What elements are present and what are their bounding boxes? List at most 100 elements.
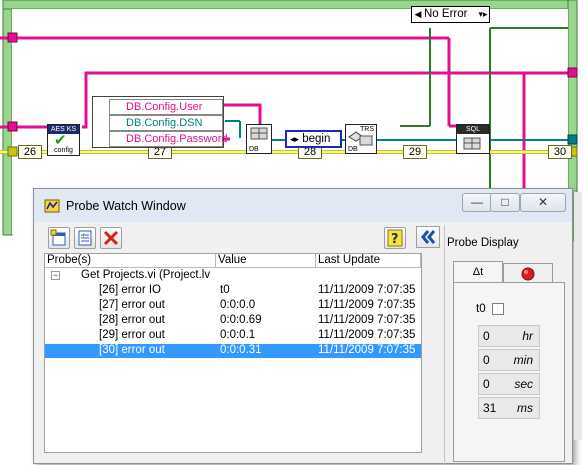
maximize-icon: □ xyxy=(501,195,509,209)
maximize-button[interactable]: □ xyxy=(490,193,520,212)
enum-arrows-icon: ◂▸ xyxy=(290,134,300,144)
case-selector[interactable]: ◀ No Error ▾▸ xyxy=(411,6,490,23)
sql-vi-node[interactable]: SQL xyxy=(456,124,490,154)
unbundle-by-name-node[interactable]: DB.Config.User DB.Config.DSN DB.Config.P… xyxy=(92,96,228,148)
collapse-panel-button[interactable] xyxy=(416,226,440,248)
hours-field: 0 hr xyxy=(478,325,540,347)
probe-toolbar: + ? xyxy=(44,225,442,251)
delete-probe-icon xyxy=(103,230,119,246)
add-probe-icon: + xyxy=(78,230,92,246)
svg-text:?: ? xyxy=(391,232,399,247)
table-row[interactable]: [27] error out 0:0:0.0 11/11/2009 7:07:3… xyxy=(45,299,421,313)
milliseconds-value: 31 xyxy=(483,401,497,415)
probe-display-label: Probe Display xyxy=(447,237,519,249)
new-probe-icon xyxy=(50,229,66,246)
database-plug-icon xyxy=(250,127,268,140)
help-icon: ? xyxy=(387,229,403,247)
probe-value: 0:0:0.69 xyxy=(220,314,262,326)
probe-value: 0:0:0.31 xyxy=(220,344,262,356)
case-prev-icon[interactable]: ◀ xyxy=(412,7,424,22)
config-vi-footer: config xyxy=(54,147,73,154)
tunnel-left-mid xyxy=(7,121,18,132)
new-probe-button[interactable] xyxy=(48,227,70,249)
begin-enum-constant[interactable]: ◂▸ begin xyxy=(285,130,342,148)
title-bar[interactable]: Probe Watch Window — □ ✕ xyxy=(34,189,572,222)
probe-last-update: 11/11/2009 7:07:35 xyxy=(318,284,416,296)
collapse-panel-icon xyxy=(421,230,436,244)
tunnel-right-top xyxy=(567,67,578,78)
t0-checkbox[interactable] xyxy=(492,303,504,315)
help-button[interactable]: ? xyxy=(384,227,406,249)
column-header-probes[interactable]: Probe(s) xyxy=(45,254,216,268)
table-row[interactable]: [26] error IO t0 11/11/2009 7:07:35 xyxy=(45,284,421,298)
probe-name: [28] error out xyxy=(99,314,165,326)
probe-value: t0 xyxy=(220,284,230,296)
probe-label-26[interactable]: 26 xyxy=(18,145,42,159)
hours-unit: hr xyxy=(522,329,533,343)
tunnel-right-ref xyxy=(567,134,578,145)
delete-probe-button[interactable] xyxy=(100,227,122,249)
seconds-unit: sec xyxy=(514,377,533,391)
labview-app-icon xyxy=(44,199,60,213)
collapse-tree-icon[interactable]: − xyxy=(51,271,60,280)
db-transaction-vi-node[interactable]: TRS DB xyxy=(345,124,377,154)
tree-group-row[interactable]: − Get Projects.vi (Project.lv xyxy=(45,269,421,283)
minutes-value: 0 xyxy=(483,353,490,367)
probe-last-update: 11/11/2009 7:07:35 xyxy=(318,329,416,341)
probe-name: [29] error out xyxy=(99,329,165,341)
database-table-icon xyxy=(463,137,481,150)
probe-display-tabs: Δt xyxy=(453,261,565,283)
table-row-selected[interactable]: [30] error out 0:0:0.31 11/11/2009 7:07:… xyxy=(45,344,421,358)
probe-value: 0:0:0.1 xyxy=(220,329,256,341)
db-trs-vi-label: DB xyxy=(348,146,358,153)
seconds-field: 0 sec xyxy=(478,373,540,395)
probe-label-29[interactable]: 29 xyxy=(403,145,427,159)
unbundle-field-dsn: DB.Config.DSN xyxy=(109,115,223,131)
case-next-dropdown-icon[interactable]: ▾▸ xyxy=(477,7,489,22)
tab-record[interactable] xyxy=(503,263,553,283)
column-header-value[interactable]: Value xyxy=(216,254,316,268)
close-icon: ✕ xyxy=(537,195,549,209)
db-open-vi-label: DB xyxy=(249,146,259,153)
delta-t-tab-content: t0 0 hr 0 min 0 sec 31 ms xyxy=(453,282,565,462)
record-icon xyxy=(521,267,535,281)
table-row[interactable]: [28] error out 0:0:0.69 11/11/2009 7:07:… xyxy=(45,314,421,328)
sql-vi-header: SQL xyxy=(457,125,489,134)
diagram-vertical-scrollbar[interactable] xyxy=(574,192,582,440)
hours-value: 0 xyxy=(483,329,490,343)
add-probe-button[interactable]: + xyxy=(74,227,96,249)
minimize-icon: — xyxy=(471,195,483,209)
probe-table: Probe(s) Value Last Update − Get Project… xyxy=(44,253,422,453)
check-icon: ✔ xyxy=(54,132,67,149)
probe-name: [26] error IO xyxy=(99,284,161,296)
milliseconds-field: 31 ms xyxy=(478,397,540,419)
minutes-field: 0 min xyxy=(478,349,540,371)
svg-text:+: + xyxy=(81,232,86,239)
probe-last-update: 11/11/2009 7:07:35 xyxy=(318,344,416,356)
group-label: Get Projects.vi (Project.lv xyxy=(81,269,211,281)
probe-name: [30] error out xyxy=(99,344,165,356)
probe-value: 0:0:0.0 xyxy=(220,299,256,311)
window-title: Probe Watch Window xyxy=(66,199,186,213)
column-header-last-update[interactable]: Last Update xyxy=(316,254,421,268)
probe-name: [27] error out xyxy=(99,299,165,311)
tab-delta-t-label: Δt xyxy=(472,266,484,278)
probe-label-30[interactable]: 30 xyxy=(548,145,572,159)
probe-display-panel: Probe Display Δt t0 0 hr 0 min 0 sec 31 … xyxy=(444,225,572,465)
table-row[interactable]: [29] error out 0:0:0.1 11/11/2009 7:07:3… xyxy=(45,329,421,343)
milliseconds-unit: ms xyxy=(517,401,533,415)
close-button[interactable]: ✕ xyxy=(520,193,566,212)
tunnel-left-error xyxy=(7,146,18,157)
tunnel-left-top xyxy=(7,32,18,43)
probe-watch-window: Probe Watch Window — □ ✕ + ? Probe(s) Va… xyxy=(33,188,573,465)
seconds-value: 0 xyxy=(483,377,490,391)
begin-enum-value: begin xyxy=(302,133,331,145)
probe-last-update: 11/11/2009 7:07:35 xyxy=(318,299,416,311)
db-open-vi-node[interactable]: DB xyxy=(246,124,272,154)
case-selector-value: No Error xyxy=(424,8,468,20)
config-vi-node[interactable]: AES KS ✔ config xyxy=(47,124,80,156)
t0-label: t0 xyxy=(476,303,486,315)
minimize-button[interactable]: — xyxy=(462,193,492,212)
tab-delta-t[interactable]: Δt xyxy=(453,261,503,283)
unbundle-field-password: DB.Config.Password xyxy=(109,131,228,147)
